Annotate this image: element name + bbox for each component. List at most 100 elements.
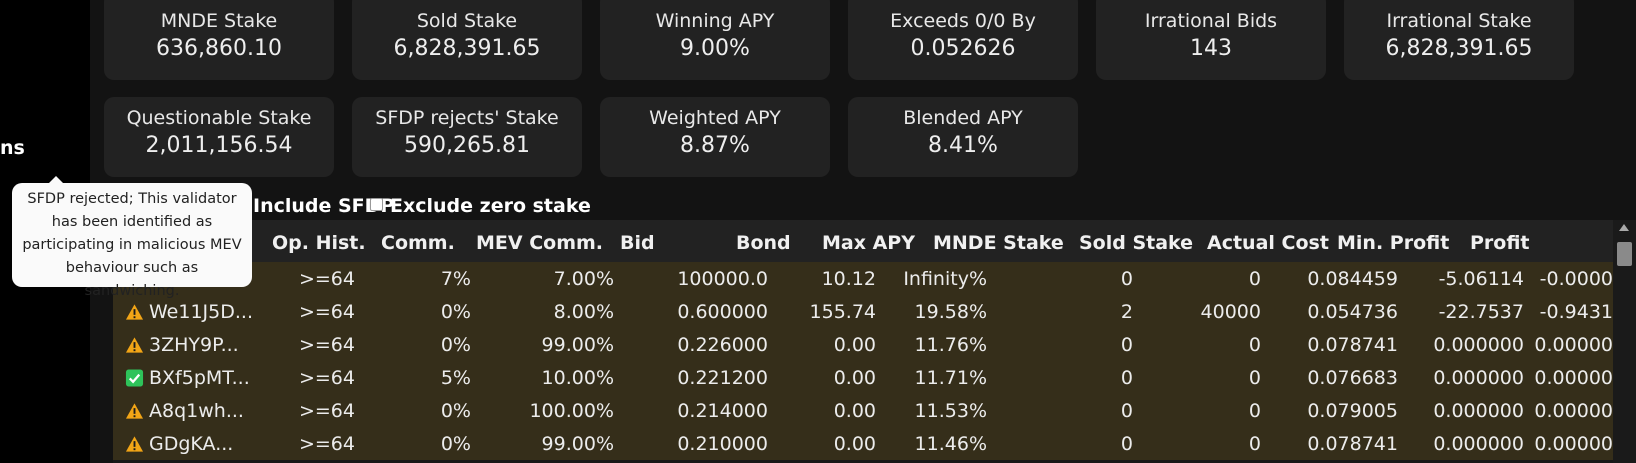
stat-card-sold-stake: Sold Stake 6,828,391.65 [352,0,582,80]
validator-name[interactable]: We11J5D... [149,301,253,323]
col-comm[interactable]: Comm. [381,232,455,254]
warning-icon[interactable] [125,435,144,453]
table-cell-comm: 0% [440,400,471,422]
sfdp-rejected-tooltip: SFDP rejected; This validator has been i… [12,183,252,299]
table-cell-comm: 5% [440,367,471,389]
scroll-thumb[interactable] [1617,242,1632,266]
stat-label: Irrational Stake [1386,10,1532,32]
check-icon[interactable] [125,369,144,387]
table-cell-bid: 0.600000 [677,301,768,323]
table-cell-actual-cost: 0.054736 [1307,301,1398,323]
table-cell-mnde-stake: 0 [1120,433,1133,455]
table-cell-bond: 10.12 [821,268,876,290]
stat-value: 636,860.10 [156,36,282,61]
table-cell-mnde-stake: 0 [1120,268,1133,290]
table-cell-mnde-stake: 0 [1120,400,1133,422]
stat-card-blended-apy: Blended APY 8.41% [848,97,1078,177]
table-cell-actual-cost: 0.078741 [1307,433,1398,455]
stat-label: Exceeds 0/0 By [890,10,1036,32]
col-max-apy[interactable]: Max APY [822,232,915,254]
table-row[interactable]: 3ZHY9P... >=64 0% 99.00% 0.226000 0.00 11.76% 0… [113,328,1613,361]
table-row[interactable]: BXf5pMT... >=64 5% 10.00% 0.221200 0.00 11.71%… [113,361,1613,394]
col-actual-cost[interactable]: Actual Cost [1207,232,1329,254]
stat-card-sfdp-rejects-stake: SFDP rejects' Stake 590,265.81 [352,97,582,177]
table-cell-max-apy: 11.71% [914,367,987,389]
stat-label: Blended APY [903,107,1023,129]
table-cell-comm: 0% [440,301,471,323]
col-op-hist[interactable]: Op. Hist. [272,232,366,254]
validator-name[interactable]: GDgKA... [149,433,233,455]
stat-value: 0.052626 [910,36,1016,61]
table-row[interactable]: >=64 7% 7.00% 100000.0 10.12 Infinity% 0 0 0.084… [113,262,1613,295]
table-cell-profit: 0.00000 [1534,367,1613,389]
validator-name[interactable]: A8q1wh... [149,400,244,422]
table-cell-sold-stake: 0 [1248,400,1261,422]
table-cell-bond: 155.74 [809,301,876,323]
exclude-zero-stake-label[interactable]: Exclude zero stake [390,195,591,217]
stat-value: 8.41% [928,133,998,158]
tooltip-text: SFDP rejected; This validator has been i… [22,191,242,299]
table-cell-op-hist: >=64 [298,400,355,422]
validator-name[interactable]: 3ZHY9P... [149,334,239,356]
table-scrollbar[interactable] [1613,220,1636,463]
col-min-profit[interactable]: Min. Profit [1337,232,1449,254]
table-cell-mnde-stake: 0 [1120,334,1133,356]
table-cell-profit: 0.00000 [1534,433,1613,455]
table-cell-comm: 0% [440,334,471,356]
table-cell-min-profit: 0.000000 [1433,334,1524,356]
table-cell-bond: 0.00 [833,334,876,356]
table-cell-bid: 0.221200 [677,367,768,389]
col-bond[interactable]: Bond [736,232,791,254]
table-cell-actual-cost: 0.078741 [1307,334,1398,356]
table-cell-mev-comm: 100.00% [529,400,614,422]
stat-card-exceeds: Exceeds 0/0 By 0.052626 [848,0,1078,80]
table-cell-op-hist: >=64 [298,334,355,356]
table-cell-min-profit: 0.000000 [1433,400,1524,422]
stat-value: 590,265.81 [404,133,530,158]
table-cell-mev-comm: 7.00% [553,268,614,290]
warning-icon[interactable] [125,336,144,354]
table-cell-bid: 100000.0 [677,268,768,290]
col-bid[interactable]: Bid [620,232,655,254]
table-cell-profit: -0.0000 [1539,268,1613,290]
table-cell-mev-comm: 10.00% [541,367,614,389]
table-cell-sold-stake: 40000 [1200,301,1261,323]
table-row[interactable]: GDgKA... >=64 0% 99.00% 0.210000 0.00 11.46% 0 0… [113,427,1613,460]
table-cell-mev-comm: 99.00% [541,433,614,455]
col-sold-stake[interactable]: Sold Stake [1079,232,1193,254]
warning-icon[interactable] [125,303,144,321]
stat-label: Sold Stake [416,10,518,32]
table-cell-mnde-stake: 2 [1120,301,1133,323]
table-cell-min-profit: -5.06114 [1438,268,1524,290]
scroll-up-arrow-icon[interactable] [1619,224,1629,231]
table-cell-actual-cost: 0.076683 [1307,367,1398,389]
table-row[interactable]: A8q1wh... >=64 0% 100.00% 0.214000 0.00 11.53%… [113,394,1613,427]
exclude-zero-stake-checkbox[interactable] [370,198,383,211]
stat-card-irrational-stake: Irrational Stake 6,828,391.65 [1344,0,1574,80]
stat-label: Irrational Bids [1144,10,1278,32]
stat-label: MNDE Stake [160,10,278,32]
table-cell-min-profit: 0.000000 [1433,433,1524,455]
stat-label: Questionable Stake [126,107,312,129]
validator-name[interactable]: BXf5pMT... [149,367,250,389]
table-header: Op. Hist. Comm. MEV Comm. Bid Bond Max A… [113,220,1613,262]
col-mnde-stake[interactable]: MNDE Stake [933,232,1064,254]
stat-card-irrational-bids: Irrational Bids 143 [1096,0,1326,80]
table-cell-bid: 0.210000 [677,433,768,455]
table-cell-mev-comm: 8.00% [553,301,614,323]
stat-value: 6,828,391.65 [1385,36,1533,61]
col-profit[interactable]: Profit [1470,232,1530,254]
table-row[interactable]: We11J5D... >=64 0% 8.00% 0.600000 155.74 19.58… [113,295,1613,328]
stat-value: 9.00% [680,36,750,61]
table-cell-max-apy: 19.58% [914,301,987,323]
table-cell-bid: 0.214000 [677,400,768,422]
col-mev-comm[interactable]: MEV Comm. [476,232,603,254]
table-cell-op-hist: >=64 [298,301,355,323]
table-cell-sold-stake: 0 [1248,433,1261,455]
stat-value: 143 [1190,36,1232,61]
table-cell-min-profit: -22.7537 [1438,301,1524,323]
table-cell-comm: 0% [440,433,471,455]
table-cell-max-apy: 11.76% [914,334,987,356]
warning-icon[interactable] [125,402,144,420]
sidebar-nav-fragment[interactable]: ns [0,137,25,159]
